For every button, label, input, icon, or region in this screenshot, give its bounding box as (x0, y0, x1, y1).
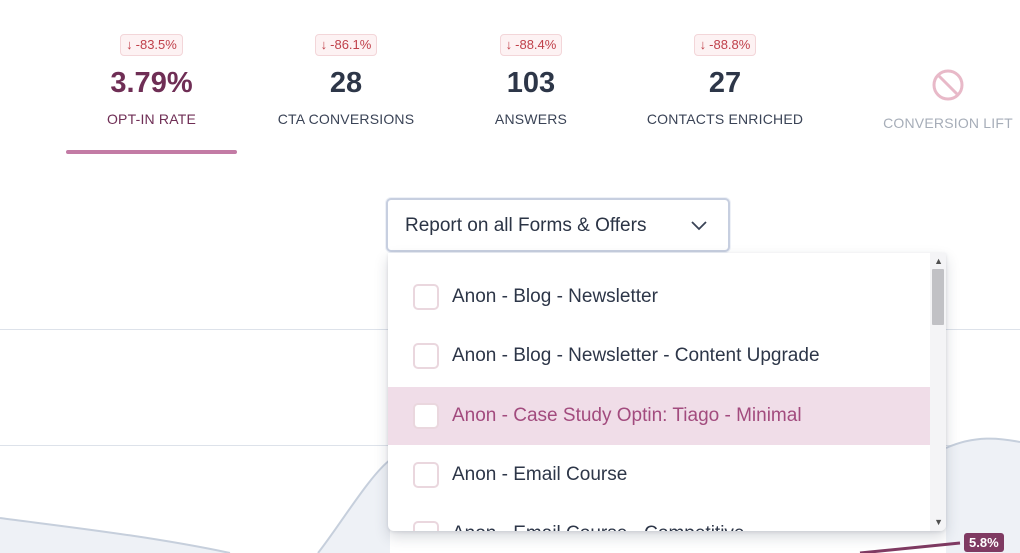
dropdown-option[interactable]: Anon - Blog - Newsletter - Content Upgra… (388, 327, 930, 385)
select-value: Report on all Forms & Offers (405, 215, 647, 236)
forms-offers-select[interactable]: Report on all Forms & Offers (386, 198, 730, 252)
dropdown-option-highlighted[interactable]: Anon - Case Study Optin: Tiago - Minimal (388, 387, 930, 445)
down-arrow-icon: ↓ (699, 37, 707, 52)
option-label: Anon - Email Course (452, 464, 628, 485)
delta-badge: ↓ -88.4% (499, 34, 563, 56)
option-checkbox[interactable] (413, 403, 439, 429)
active-tab-underline (66, 150, 237, 154)
stat-label: ANSWERS (494, 111, 568, 127)
dropdown-option[interactable]: Anon - Blog - Newsletter (388, 268, 930, 326)
stat-label: CONVERSION LIFT (883, 115, 1013, 131)
chart-value-tag: 5.8% (964, 533, 1004, 552)
option-label: Anon - Email Course - Competitive (452, 523, 745, 531)
dropdown-option[interactable]: Anon - Email Course - Competitive (388, 505, 930, 531)
delta-badge: ↓ -88.8% (693, 34, 757, 56)
stat-value: 3.79% (110, 67, 193, 99)
chart-line (859, 541, 961, 553)
stat-conversion-lift[interactable]: CONVERSION LIFT (873, 68, 1020, 131)
stat-value: 28 (329, 67, 363, 99)
scrollbar-thumb[interactable] (932, 269, 944, 325)
prohibited-icon (932, 69, 964, 101)
down-arrow-icon: ↓ (320, 37, 328, 52)
stat-label: OPT-IN RATE (106, 111, 197, 127)
stat-cta-conversions[interactable]: ↓ -86.1% 28 CTA CONVERSIONS (266, 34, 426, 127)
stat-label: CONTACTS ENRICHED (646, 111, 804, 127)
option-label: Anon - Blog - Newsletter - Content Upgra… (452, 345, 820, 366)
stat-label: CTA CONVERSIONS (277, 111, 415, 127)
scroll-down-icon[interactable]: ▼ (934, 517, 943, 527)
down-arrow-icon: ↓ (126, 37, 133, 52)
stats-bar: ↓ -83.5% 3.79% OPT-IN RATE ↓ -86.1% 28 CTA… (0, 0, 1020, 160)
stat-opt-in-rate[interactable]: ↓ -83.5% 3.79% OPT-IN RATE (66, 34, 237, 127)
stat-value: 103 (506, 67, 556, 99)
down-arrow-icon: ↓ (505, 37, 513, 52)
stat-contacts-enriched[interactable]: ↓ -88.8% 27 CONTACTS ENRICHED (635, 34, 815, 127)
stat-value: 27 (708, 67, 742, 99)
option-checkbox[interactable] (413, 462, 439, 488)
option-checkbox[interactable] (413, 343, 439, 369)
delta-badge: ↓ -86.1% (314, 34, 378, 56)
delta-badge: ↓ -83.5% (120, 34, 183, 56)
forms-offers-dropdown[interactable]: Anon - Blog - Newsletter Anon - Blog - N… (388, 253, 946, 531)
stat-answers[interactable]: ↓ -88.4% 103 ANSWERS (471, 34, 591, 127)
dropdown-option[interactable]: Anon - Email Course (388, 446, 930, 504)
option-checkbox[interactable] (413, 521, 439, 531)
chevron-down-icon (691, 221, 707, 231)
dropdown-scrollbar[interactable]: ▲ ▼ (930, 253, 946, 531)
option-label: Anon - Blog - Newsletter (452, 286, 658, 307)
scroll-up-icon[interactable]: ▲ (934, 256, 943, 266)
option-label: Anon - Case Study Optin: Tiago - Minimal (452, 405, 802, 426)
option-checkbox[interactable] (413, 284, 439, 310)
